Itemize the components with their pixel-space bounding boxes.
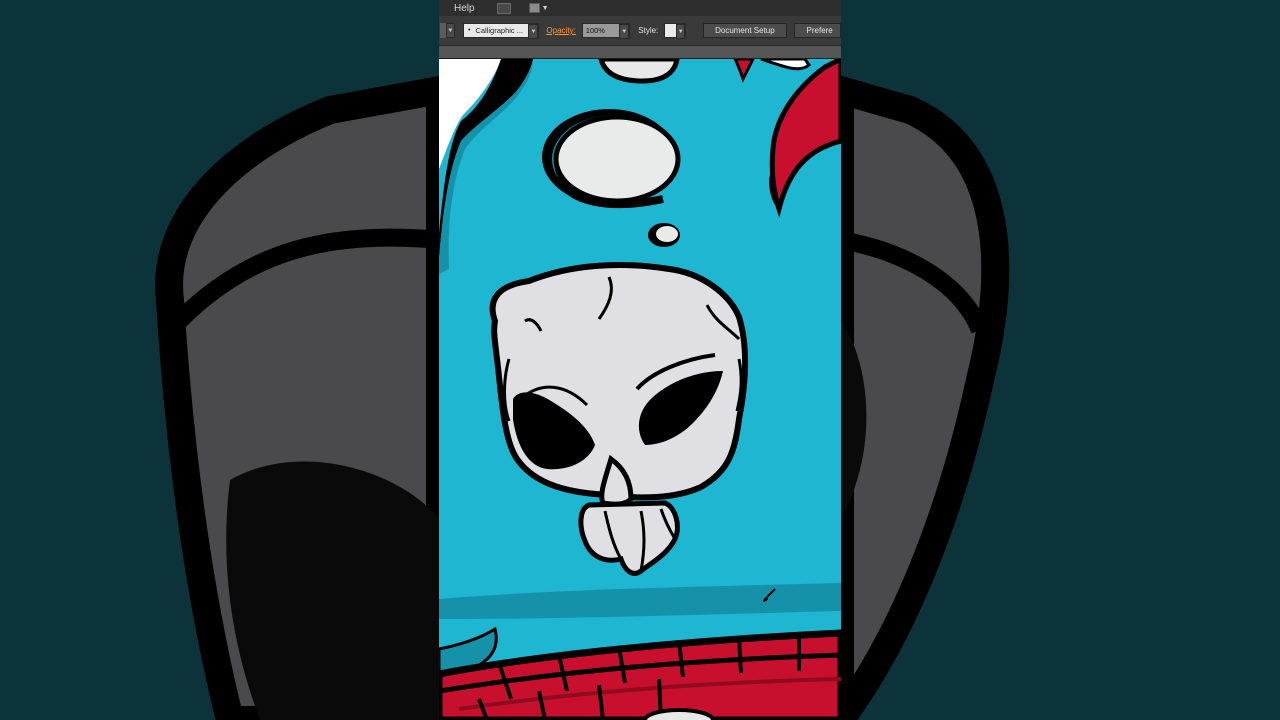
bridge-icon[interactable] <box>496 2 511 14</box>
blurred-backdrop-left <box>0 0 440 720</box>
workspace-switcher-button[interactable]: ▼ <box>528 3 549 13</box>
stroke-weight-dropdown[interactable]: ▼ <box>445 23 456 38</box>
artboard-canvas[interactable] <box>439 59 841 720</box>
document-tab-strip <box>439 45 841 59</box>
opacity-value[interactable]: 100% <box>582 24 620 37</box>
brush-dot-icon: • <box>468 27 471 34</box>
skull-illustration <box>439 59 841 720</box>
graphic-style-picker[interactable]: ▼ <box>664 23 687 39</box>
chevron-down-icon: ▼ <box>541 4 549 12</box>
opacity-label-link[interactable]: Opacity: <box>546 26 575 35</box>
document-setup-button[interactable]: Document Setup <box>703 23 787 38</box>
menu-help[interactable]: Help <box>439 3 475 14</box>
illustrator-window: Help ▼ ▼ • Calligraphic ... ▼ Opacity: 1… <box>439 0 841 720</box>
opacity-dropdown-arrow[interactable]: ▼ <box>619 24 630 39</box>
style-label: Style: <box>638 26 659 35</box>
workspace-grid-icon <box>528 3 540 13</box>
menu-bar: Help ▼ <box>439 0 841 16</box>
control-bar: ▼ • Calligraphic ... ▼ Opacity: 100% ▼ S… <box>439 16 841 45</box>
brush-definition-select[interactable]: • Calligraphic ... ▼ <box>463 23 540 39</box>
preferences-button[interactable]: Prefere <box>793 23 841 38</box>
brush-cursor-icon <box>763 588 776 602</box>
style-dropdown-arrow[interactable]: ▼ <box>676 24 686 39</box>
blurred-backdrop-right <box>840 0 1280 720</box>
style-swatch <box>665 24 677 37</box>
brush-dropdown-arrow[interactable]: ▼ <box>528 24 539 39</box>
brush-definition-value: Calligraphic ... <box>475 26 523 35</box>
opacity-field[interactable]: 100% ▼ <box>581 23 631 39</box>
